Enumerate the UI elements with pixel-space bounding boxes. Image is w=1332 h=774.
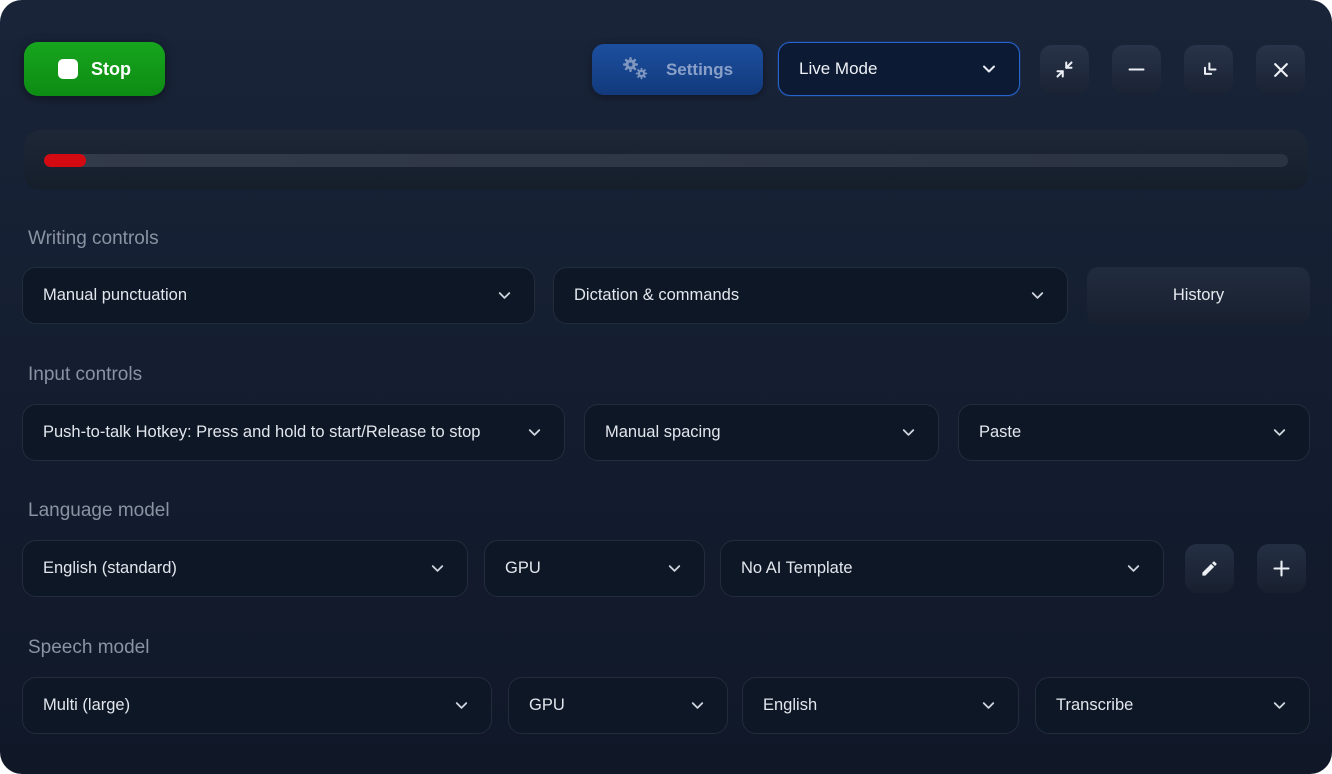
stop-button-label: Stop xyxy=(91,59,131,80)
punctuation-select-value: Manual punctuation xyxy=(43,286,187,305)
add-template-button[interactable] xyxy=(1257,544,1306,593)
stop-button[interactable]: Stop xyxy=(24,42,165,96)
close-window-button[interactable] xyxy=(1256,45,1305,94)
level-meter-track xyxy=(44,154,1288,167)
language-model-select[interactable]: English (standard) xyxy=(22,540,468,597)
chevron-down-icon xyxy=(495,286,514,305)
ai-template-select-value: No AI Template xyxy=(741,559,853,578)
mode-select-value: Live Mode xyxy=(799,59,877,79)
speech-language-select-value: English xyxy=(763,696,817,715)
hotkey-select[interactable]: Push-to-talk Hotkey: Press and hold to s… xyxy=(22,404,565,461)
language-model-select-value: English (standard) xyxy=(43,559,177,578)
punctuation-select[interactable]: Manual punctuation xyxy=(22,267,535,324)
input-controls-title: Input controls xyxy=(28,364,142,386)
language-device-select[interactable]: GPU xyxy=(484,540,705,597)
settings-button[interactable]: Settings xyxy=(592,44,763,95)
dock-bottom-left-button[interactable] xyxy=(1184,45,1233,94)
chevron-down-icon xyxy=(1028,286,1047,305)
speech-model-title: Speech model xyxy=(28,637,149,659)
spacing-select-value: Manual spacing xyxy=(605,423,721,442)
chevron-down-icon xyxy=(428,559,447,578)
compress-icon xyxy=(1054,59,1075,80)
app-window: Stop xyxy=(0,0,1332,774)
spacing-select[interactable]: Manual spacing xyxy=(584,404,939,461)
speech-model-select[interactable]: Multi (large) xyxy=(22,677,492,734)
output-mode-select-value: Paste xyxy=(979,423,1021,442)
dock-bottom-left-icon xyxy=(1198,59,1219,80)
minimize-window-button[interactable] xyxy=(1112,45,1161,94)
language-model-title: Language model xyxy=(28,500,170,522)
speech-model-select-value: Multi (large) xyxy=(43,696,130,715)
ai-template-select[interactable]: No AI Template xyxy=(720,540,1164,597)
mode-select[interactable]: Live Mode xyxy=(778,42,1020,96)
speech-language-select[interactable]: English xyxy=(742,677,1019,734)
compress-window-button[interactable] xyxy=(1040,45,1089,94)
speech-device-select[interactable]: GPU xyxy=(508,677,728,734)
close-icon xyxy=(1271,60,1291,80)
task-select-value: Transcribe xyxy=(1056,696,1133,715)
edit-template-button[interactable] xyxy=(1185,544,1234,593)
hotkey-select-value: Push-to-talk Hotkey: Press and hold to s… xyxy=(43,423,480,442)
chevron-down-icon xyxy=(525,423,544,442)
speech-device-select-value: GPU xyxy=(529,696,565,715)
pencil-icon xyxy=(1200,559,1219,578)
chevron-down-icon xyxy=(899,423,918,442)
chevron-down-icon xyxy=(1270,696,1289,715)
stop-square-icon xyxy=(58,59,78,79)
chevron-down-icon xyxy=(1270,423,1289,442)
language-device-select-value: GPU xyxy=(505,559,541,578)
dictation-mode-select-value: Dictation & commands xyxy=(574,286,739,305)
level-meter-fill xyxy=(44,154,86,167)
chevron-down-icon xyxy=(452,696,471,715)
task-select[interactable]: Transcribe xyxy=(1035,677,1310,734)
output-mode-select[interactable]: Paste xyxy=(958,404,1310,461)
chevron-down-icon xyxy=(688,696,707,715)
settings-button-label: Settings xyxy=(666,60,733,80)
minimize-icon xyxy=(1126,59,1147,80)
chevron-down-icon xyxy=(665,559,684,578)
chevron-down-icon xyxy=(1124,559,1143,578)
writing-controls-title: Writing controls xyxy=(28,228,159,250)
gear-icon xyxy=(622,55,652,85)
chevron-down-icon xyxy=(979,696,998,715)
chevron-down-icon xyxy=(979,59,999,79)
dictation-mode-select[interactable]: Dictation & commands xyxy=(553,267,1068,324)
history-button[interactable]: History xyxy=(1087,267,1310,324)
plus-icon xyxy=(1271,558,1292,579)
level-meter-card xyxy=(24,130,1308,190)
